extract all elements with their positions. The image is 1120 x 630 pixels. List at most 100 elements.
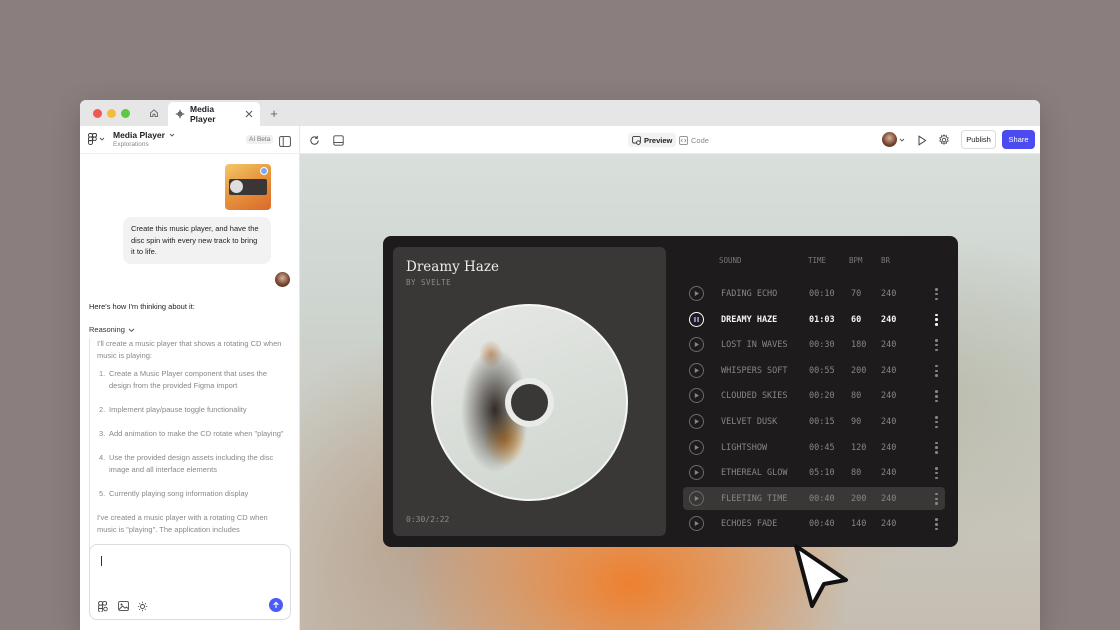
preview-label: Preview (644, 135, 673, 145)
image-attach-button[interactable] (117, 600, 129, 612)
now-playing-artist: BY SVELTE (406, 278, 452, 287)
more-options-icon[interactable] (935, 492, 938, 505)
send-button[interactable] (269, 598, 283, 612)
thumbnail-disc (230, 180, 243, 193)
preview-canvas: Dreamy Haze BY SVELTE 0:30/2:22 SOUND TI… (300, 154, 1040, 630)
track-row[interactable]: ETHEREAL GLOW 05:10 80 240 (683, 461, 945, 484)
figma-attach-button[interactable] (97, 600, 109, 612)
play-button[interactable] (689, 388, 704, 404)
new-tab-button[interactable]: + (266, 100, 282, 126)
track-row[interactable]: FLEETING TIME 00:40 200 240 (683, 486, 945, 510)
track-br: 240 (881, 314, 897, 325)
chevron-down-icon (128, 328, 135, 332)
settings-button[interactable] (937, 133, 951, 147)
attached-image-thumbnail[interactable] (225, 164, 271, 210)
tab-preview[interactable]: Preview (628, 133, 677, 147)
play-button[interactable] (689, 286, 704, 301)
reasoning-toggle[interactable]: Reasoning (89, 325, 135, 334)
track-bpm: 80 (851, 391, 862, 402)
track-br: 240 (881, 417, 897, 427)
play-button[interactable] (689, 465, 704, 481)
more-options-icon[interactable] (935, 467, 938, 480)
track-sound: LOST IN WAVES (721, 340, 788, 351)
track-br: 240 (881, 442, 897, 453)
run-button[interactable] (915, 133, 929, 147)
track-row[interactable]: DREAMY HAZE 01:03 60 240 (683, 308, 945, 331)
more-options-icon[interactable] (935, 339, 938, 352)
track-row[interactable]: WHISPERS SOFT 00:55 200 240 (683, 359, 945, 382)
track-time: 00:55 (809, 365, 835, 376)
play-button[interactable] (689, 414, 704, 429)
close-tab-icon[interactable] (245, 110, 253, 118)
magic-button[interactable] (136, 600, 148, 612)
reasoning-content: I'll create a music player that shows a … (89, 338, 289, 558)
more-options-icon[interactable] (935, 313, 938, 326)
maximize-window-button[interactable] (121, 109, 130, 118)
cd-disc-image (431, 304, 628, 501)
track-time: 00:20 (809, 391, 835, 402)
track-time: 00:45 (809, 442, 835, 453)
home-button[interactable] (142, 100, 166, 126)
pause-icon (694, 316, 699, 322)
more-options-icon[interactable] (935, 288, 938, 300)
more-options-icon[interactable] (935, 364, 938, 377)
collaborator-avatar[interactable] (882, 132, 897, 147)
play-button[interactable] (689, 490, 704, 506)
track-bpm: 70 (851, 289, 862, 299)
play-button[interactable] (689, 439, 704, 455)
toggle-sidebar-button[interactable] (279, 134, 291, 152)
tab-media-player[interactable]: Media Player (168, 102, 260, 126)
code-icon (679, 135, 688, 145)
track-row[interactable]: LIGHTSHOW 00:45 120 240 (683, 436, 945, 459)
workspace-menu-button[interactable] (88, 133, 105, 145)
more-options-icon[interactable] (935, 518, 938, 531)
reasoning-steps: 1. Create a Music Player component that u… (97, 368, 289, 500)
publish-button[interactable]: Publish (961, 130, 996, 149)
home-icon (150, 109, 158, 118)
close-window-button[interactable] (93, 109, 102, 118)
tab-code[interactable]: Code (675, 133, 713, 147)
project-subtitle: Explorations (113, 141, 149, 148)
list-item: 2. Implement play/pause toggle functional… (99, 405, 247, 414)
track-bpm: 60 (851, 314, 862, 325)
mouse-cursor-icon (794, 544, 848, 608)
track-row[interactable]: LOST IN WAVES 00:30 180 240 (683, 333, 945, 356)
track-row[interactable]: ECHOES FADE 00:40 140 240 (683, 512, 945, 535)
track-sound: LIGHTSHOW (721, 442, 768, 453)
track-bpm: 180 (851, 340, 867, 351)
more-options-icon[interactable] (935, 390, 938, 403)
play-icon (694, 367, 699, 373)
share-button[interactable]: Share (1002, 130, 1035, 149)
more-options-icon[interactable] (935, 441, 938, 454)
project-name: Media Player (113, 130, 165, 140)
minimize-window-button[interactable] (107, 109, 116, 118)
gear-icon (939, 134, 949, 145)
column-header-sound: SOUND (719, 256, 742, 265)
track-list: SOUND TIME BPM BR FADING ECHO 00:10 70 240 D… (681, 236, 951, 547)
figma-logo-icon (88, 133, 97, 145)
track-row[interactable]: FADING ECHO 00:10 70 240 (683, 282, 945, 305)
track-br: 240 (881, 468, 897, 479)
chat-input[interactable] (89, 544, 291, 620)
device-frame-icon (332, 134, 344, 146)
project-name-dropdown[interactable]: Media Player (113, 130, 175, 140)
avatar-menu-button[interactable] (898, 133, 906, 147)
track-time: 01:03 (809, 314, 835, 325)
track-row[interactable]: VELVET DUSK 00:15 90 240 (683, 410, 945, 433)
device-view-button[interactable] (331, 133, 345, 147)
pause-button[interactable] (689, 311, 704, 327)
column-header-bpm: BPM (849, 256, 863, 265)
play-button[interactable] (689, 516, 704, 532)
now-playing-title: Dreamy Haze (406, 259, 499, 275)
more-options-icon[interactable] (935, 416, 938, 428)
track-br: 240 (881, 519, 897, 530)
refresh-button[interactable] (307, 133, 321, 147)
track-sound: ETHEREAL GLOW (721, 468, 788, 479)
play-button[interactable] (689, 362, 704, 378)
track-row[interactable]: CLOUDED SKIES 00:20 80 240 (683, 384, 945, 407)
play-button[interactable] (689, 337, 704, 353)
column-header-time: TIME (808, 256, 827, 265)
play-icon (694, 291, 699, 296)
track-bpm: 80 (851, 468, 862, 479)
track-br: 240 (881, 493, 897, 504)
